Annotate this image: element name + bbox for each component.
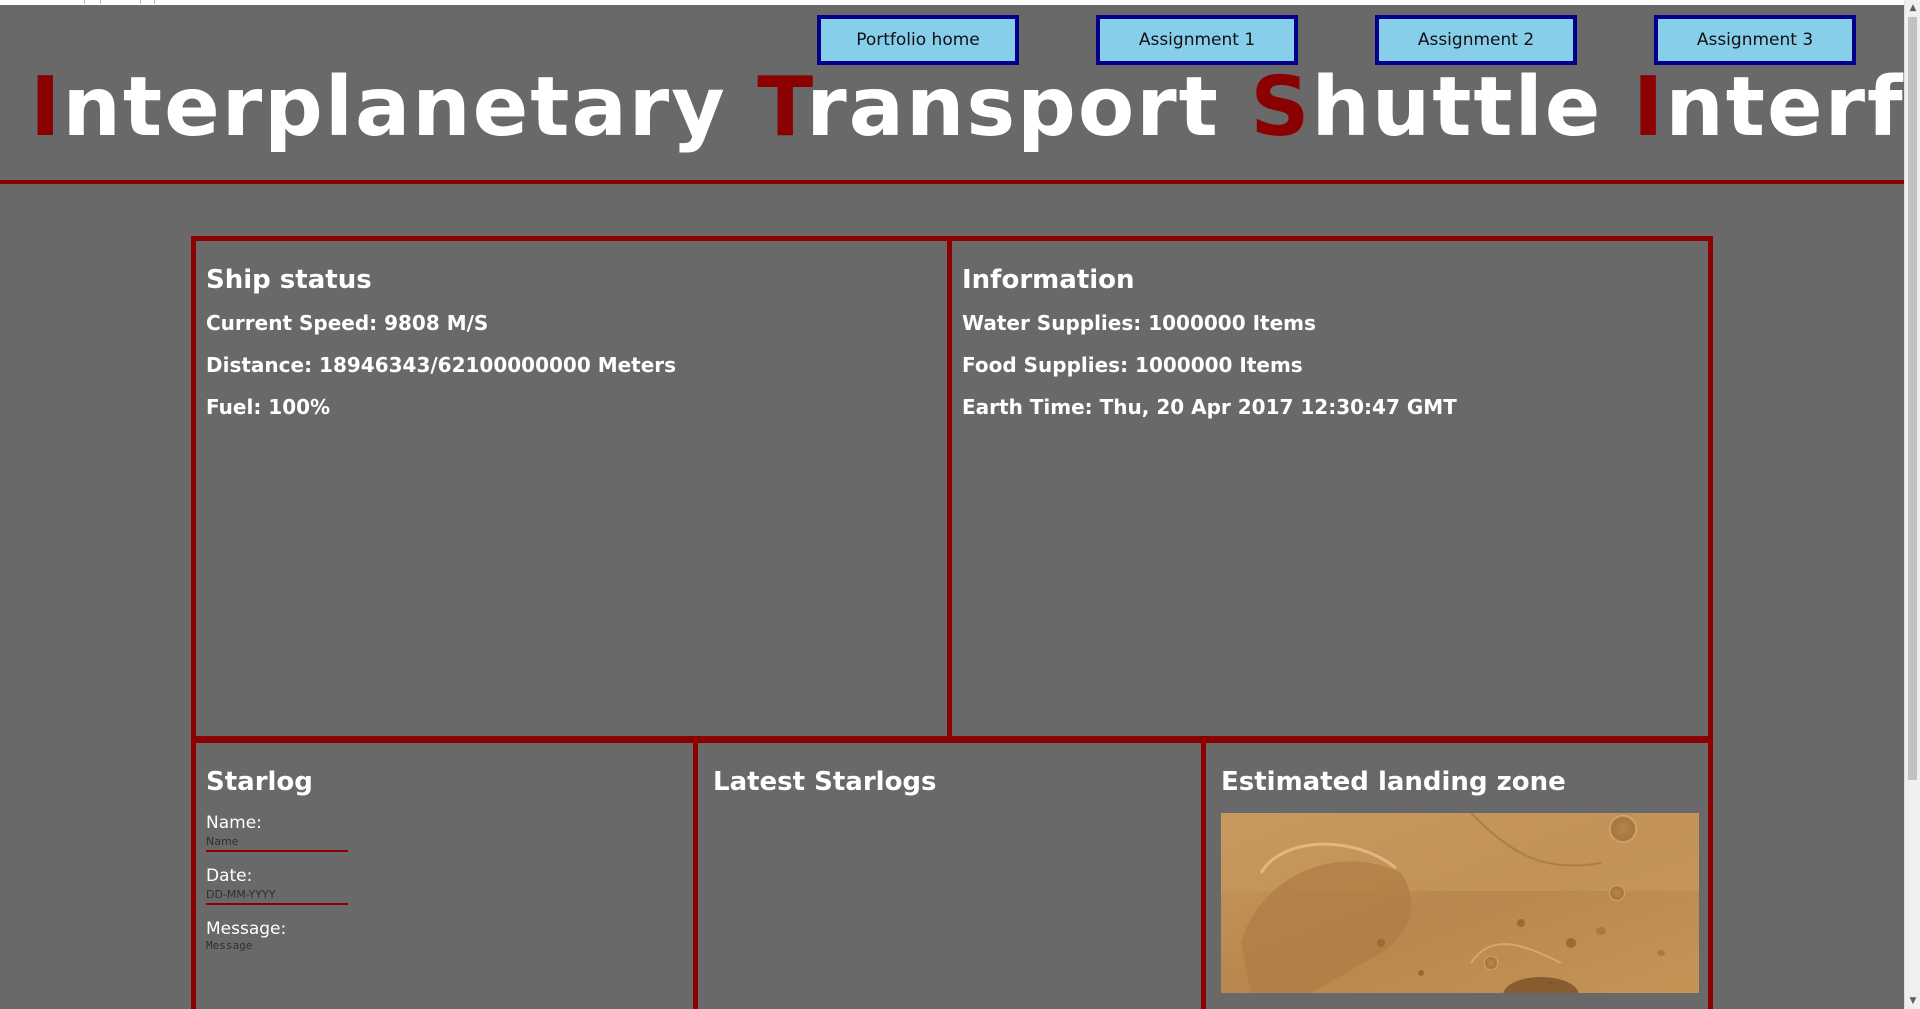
date-label: Date:: [206, 866, 253, 886]
assignment-1-button[interactable]: Assignment 1: [1096, 15, 1298, 65]
page: Portfolio home Assignment 1 Assignment 2…: [0, 0, 1920, 1009]
scroll-down-icon[interactable]: ▼: [1905, 993, 1920, 1009]
title-word: nterplanetary: [62, 60, 727, 155]
page-title: Interplanetary Transport Shuttle Interfa…: [30, 60, 1920, 156]
title-initial: S: [1250, 60, 1312, 155]
name-label: Name:: [206, 813, 262, 833]
vertical-scrollbar[interactable]: ▲ ▼: [1904, 0, 1920, 1009]
information-panel: Information Water Supplies: 1000000 Item…: [947, 236, 1713, 741]
current-speed: Current Speed: 9808 M/S: [206, 311, 489, 335]
date-input[interactable]: [206, 886, 348, 905]
top-strip: [0, 0, 1904, 5]
assignment-2-button[interactable]: Assignment 2: [1375, 15, 1577, 65]
message-textarea[interactable]: [206, 939, 506, 969]
landing-zone-panel: Estimated landing zone: [1201, 738, 1713, 1009]
information-heading: Information: [962, 265, 1135, 295]
title-initial: I: [30, 60, 63, 155]
header-divider: [0, 180, 1904, 184]
earth-time: Earth Time: Thu, 20 Apr 2017 12:30:47 GM…: [962, 395, 1457, 419]
strip-divider: [140, 0, 141, 4]
latest-starlogs-panel: Latest Starlogs: [693, 738, 1206, 1009]
message-label: Message:: [206, 919, 287, 939]
title-initial: I: [1632, 60, 1666, 155]
strip-divider: [84, 0, 85, 4]
title-initial: T: [757, 60, 807, 155]
scroll-thumb[interactable]: [1908, 17, 1917, 780]
landing-zone-map: [1221, 813, 1699, 993]
strip-divider: [154, 0, 155, 4]
portfolio-home-button[interactable]: Portfolio home: [817, 15, 1019, 65]
title-word: huttle: [1311, 60, 1603, 155]
starlog-heading: Starlog: [206, 767, 313, 797]
water-supplies: Water Supplies: 1000000 Items: [962, 311, 1316, 335]
scroll-up-icon[interactable]: ▲: [1905, 0, 1920, 16]
food-supplies: Food Supplies: 1000000 Items: [962, 353, 1303, 377]
distance: Distance: 18946343/62100000000 Meters: [206, 353, 677, 377]
ship-status-panel: Ship status Current Speed: 9808 M/S Dist…: [191, 236, 952, 741]
title-word: ransport: [806, 60, 1220, 155]
ship-status-heading: Ship status: [206, 265, 372, 295]
assignment-3-button[interactable]: Assignment 3: [1654, 15, 1856, 65]
starlog-panel: Starlog Name: Date: Message:: [191, 738, 698, 1009]
latest-starlogs-heading: Latest Starlogs: [713, 767, 937, 797]
title-word: nterface: [1665, 60, 1920, 155]
landing-zone-heading: Estimated landing zone: [1221, 767, 1566, 797]
name-input[interactable]: [206, 833, 348, 852]
fuel-level: Fuel: 100%: [206, 395, 331, 419]
strip-divider: [100, 0, 101, 4]
